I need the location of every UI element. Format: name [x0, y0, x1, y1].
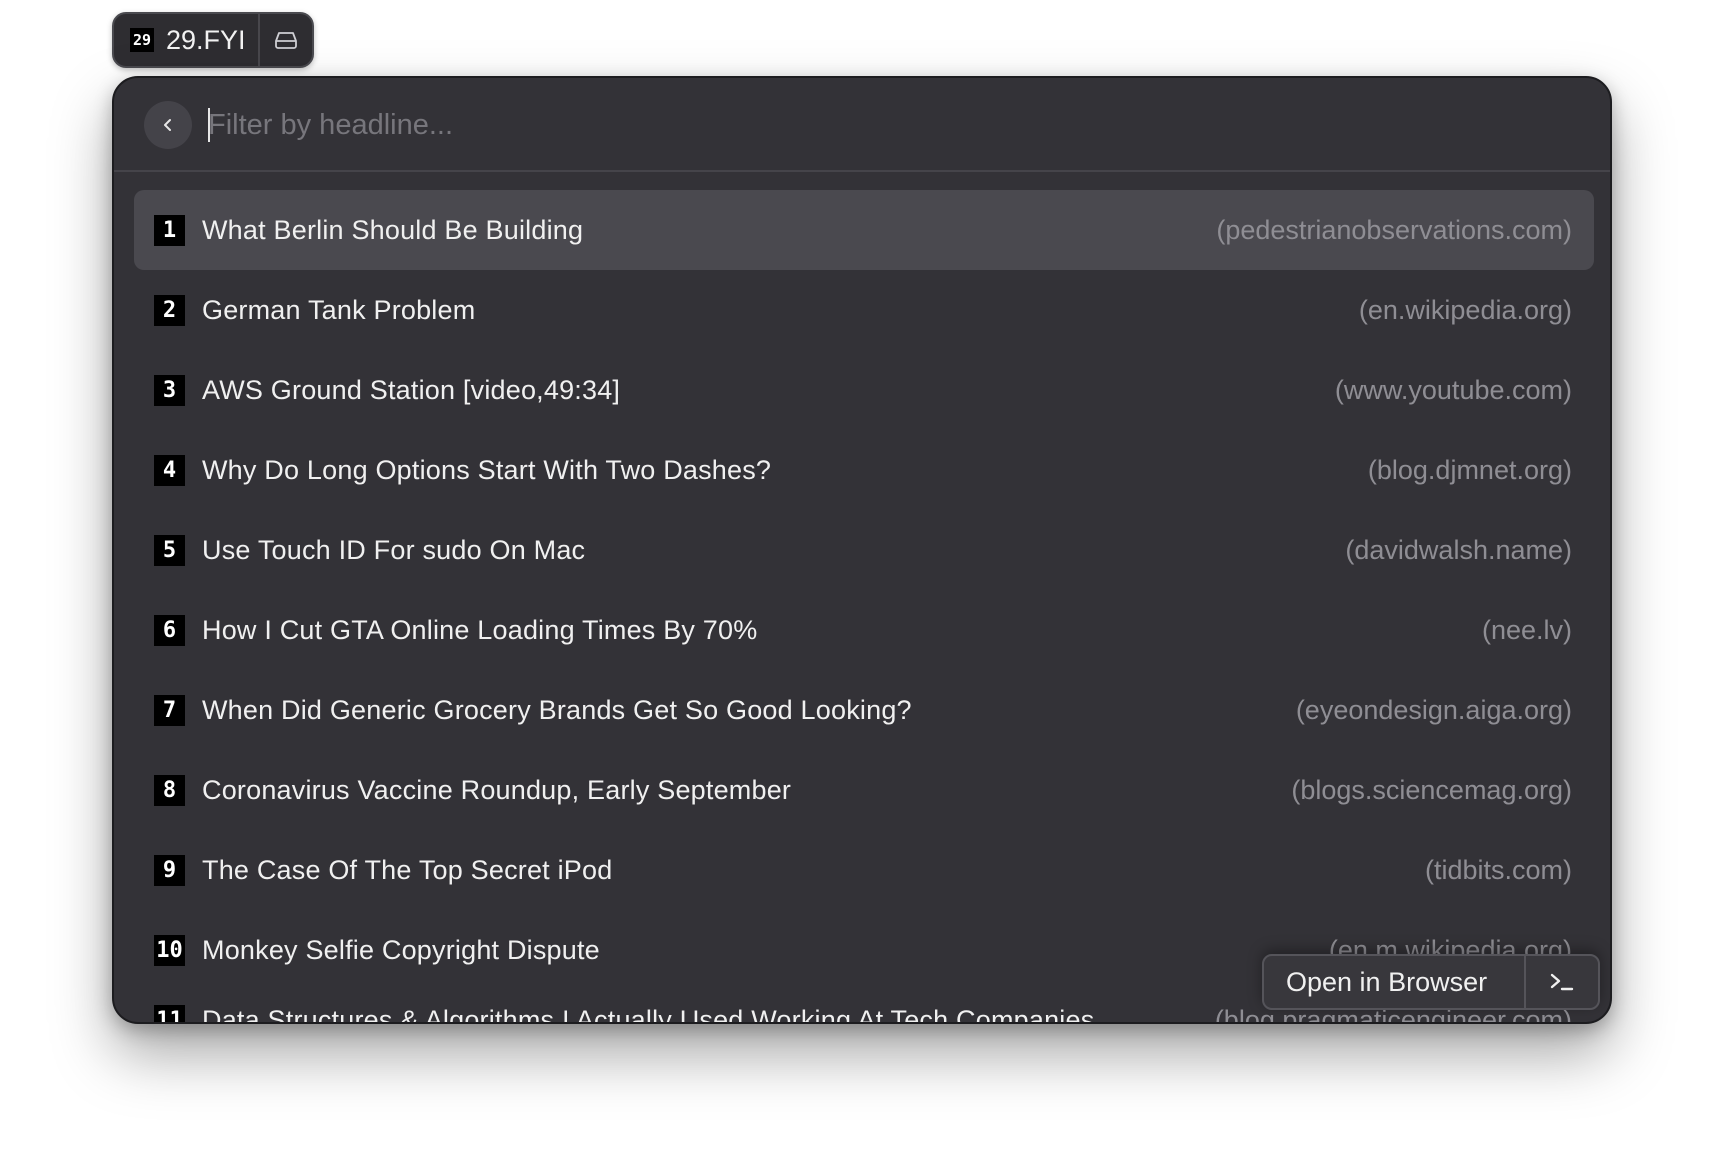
rank-badge: 6 — [154, 614, 185, 646]
rank-badge: 1 — [154, 214, 185, 246]
headline-text: German Tank Problem — [202, 294, 476, 325]
rank-badge: 7 — [154, 694, 185, 726]
rank-badge: 8 — [154, 774, 185, 806]
headline-text: The Case Of The Top Secret iPod — [202, 854, 613, 885]
source-domain: (blogs.sciencemag.org) — [1291, 774, 1572, 805]
list-item[interactable]: 3 AWS Ground Station [video,49:34] (www.yo… — [134, 350, 1594, 430]
headline-text: AWS Ground Station [video,49:34] — [202, 374, 621, 405]
list-item[interactable]: 2 German Tank Problem (en.wikipedia.org) — [134, 270, 1594, 350]
headline-text: Use Touch ID For sudo On Mac — [202, 534, 586, 565]
rank-badge: 9 — [154, 854, 185, 886]
actions-menu-button[interactable] — [1526, 956, 1598, 1008]
search-input[interactable] — [208, 98, 1508, 152]
source-domain: (eyeondesign.aiga.org) — [1295, 694, 1572, 725]
rank-badge: 3 — [154, 374, 185, 406]
app-title: 29.FYI — [166, 24, 246, 55]
headline-text: Data Structures & Algorithms I Actually … — [202, 1004, 1095, 1024]
source-domain: (www.youtube.com) — [1334, 374, 1572, 405]
headline-text: When Did Generic Grocery Brands Get So G… — [202, 694, 912, 725]
search-bar — [114, 78, 1610, 172]
source-domain: (en.wikipedia.org) — [1358, 294, 1572, 325]
source-domain: (blog.djmnet.org) — [1367, 454, 1572, 485]
app-chip: 29 29.FYI — [112, 12, 314, 68]
list-item[interactable]: 1 What Berlin Should Be Building (pedestri… — [134, 190, 1594, 270]
app-logo-badge: 29 — [130, 28, 154, 52]
source-domain: (pedestrianobservations.com) — [1216, 214, 1572, 245]
launcher-window: 1 What Berlin Should Be Building (pedestri… — [112, 76, 1612, 1024]
text-caret — [208, 108, 210, 142]
open-in-browser-button[interactable]: Open in Browser — [1264, 967, 1524, 998]
headline-text: Coronavirus Vaccine Roundup, Early Septe… — [202, 774, 792, 805]
chevron-left-icon — [164, 119, 171, 131]
headline-list: 1 What Berlin Should Be Building (pedestri… — [134, 190, 1594, 1024]
back-button[interactable] — [144, 101, 192, 149]
headline-text: What Berlin Should Be Building — [202, 214, 584, 245]
headline-text: How I Cut GTA Online Loading Times By 70… — [202, 614, 758, 645]
archive-tray-button[interactable] — [260, 14, 312, 66]
rank-badge: 4 — [154, 454, 185, 486]
terminal-prompt-icon — [1550, 973, 1574, 991]
rank-badge: 10 — [154, 934, 185, 966]
rank-badge: 5 — [154, 534, 185, 566]
list-item[interactable]: 6 How I Cut GTA Online Loading Times By 7… — [134, 590, 1594, 670]
list-item[interactable]: 4 Why Do Long Options Start With Two Dash… — [134, 430, 1594, 510]
list-item[interactable]: 7 When Did Generic Grocery Brands Get So … — [134, 670, 1594, 750]
source-domain: (nee.lv) — [1481, 614, 1572, 645]
source-domain: (davidwalsh.name) — [1345, 534, 1572, 565]
action-bar: Open in Browser — [1262, 954, 1600, 1010]
rank-badge: 11 — [154, 1004, 185, 1022]
headline-text: Monkey Selfie Copyright Dispute — [202, 934, 600, 965]
archive-tray-icon — [275, 32, 297, 49]
source-domain: (tidbits.com) — [1424, 854, 1572, 885]
headline-text: Why Do Long Options Start With Two Dashe… — [202, 454, 772, 485]
list-item[interactable]: 9 The Case Of The Top Secret iPod (tidbits… — [134, 830, 1594, 910]
list-item[interactable]: 8 Coronavirus Vaccine Roundup, Early Sept… — [134, 750, 1594, 830]
list-item[interactable]: 5 Use Touch ID For sudo On Mac (davidwalsh… — [134, 510, 1594, 590]
rank-badge: 2 — [154, 294, 185, 326]
